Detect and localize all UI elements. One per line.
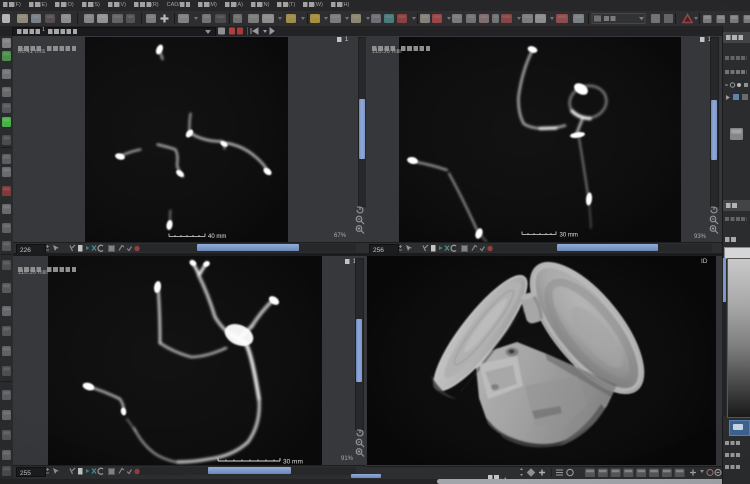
- svg-text:255: 255: [20, 470, 31, 476]
- svg-text:256: 256: [373, 246, 384, 252]
- svg-text:40 mm: 40 mm: [208, 234, 226, 240]
- svg-text:30 mm: 30 mm: [560, 233, 578, 239]
- svg-text:226: 226: [20, 246, 31, 252]
